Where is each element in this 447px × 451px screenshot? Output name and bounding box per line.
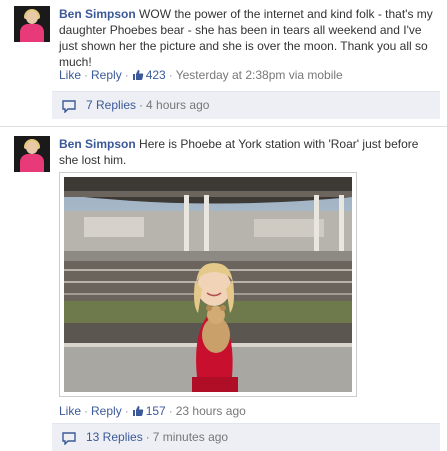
reply-link[interactable]: Reply <box>91 404 122 418</box>
attached-photo[interactable] <box>59 172 357 397</box>
separator: · <box>124 68 129 82</box>
thumbs-up-icon <box>132 70 143 80</box>
view-replies-link[interactable]: 13 Replies <box>86 430 143 444</box>
avatar[interactable] <box>14 136 50 172</box>
separator: · <box>168 404 173 418</box>
separator: · <box>139 98 144 112</box>
separator: · <box>124 404 129 418</box>
like-count-link[interactable]: 423 <box>132 68 166 82</box>
like-count: 423 <box>145 68 166 82</box>
author-name-link[interactable]: Ben Simpson <box>59 137 136 151</box>
replies-time: 7 minutes ago <box>152 430 229 444</box>
comment-bubble-icon <box>62 100 76 113</box>
replies-summary: 13 Replies · 7 minutes ago <box>86 430 228 444</box>
comment-post-1: Ben Simpson WOW the power of the interne… <box>0 0 447 124</box>
like-link[interactable]: Like <box>59 404 81 418</box>
comment-actions: Like · Reply · 423 · Yesterday at 2:38pm via m… <box>59 68 343 82</box>
thumbs-up-icon <box>132 406 143 416</box>
comment-bubble-icon <box>62 432 76 445</box>
reply-link[interactable]: Reply <box>91 68 122 82</box>
replies-bar[interactable]: 7 Replies · 4 hours ago <box>52 91 440 119</box>
author-name-link[interactable]: Ben Simpson <box>59 7 136 21</box>
timestamp-link[interactable]: Yesterday at 2:38pm via mobile <box>176 68 343 82</box>
timestamp-link[interactable]: 23 hours ago <box>176 404 246 418</box>
separator: · <box>145 430 150 444</box>
replies-summary: 7 Replies · 4 hours ago <box>86 98 209 112</box>
separator: · <box>84 68 89 82</box>
like-count-link[interactable]: 157 <box>132 404 166 418</box>
comment-body: Ben Simpson WOW the power of the interne… <box>59 6 439 70</box>
view-replies-link[interactable]: 7 Replies <box>86 98 136 112</box>
comment-post-2: Ben Simpson Here is Phoebe at York stati… <box>0 124 447 451</box>
station-photo <box>64 177 352 392</box>
comment-body: Ben Simpson Here is Phoebe at York stati… <box>59 136 439 168</box>
like-link[interactable]: Like <box>59 68 81 82</box>
replies-time: 4 hours ago <box>146 98 210 112</box>
separator: · <box>84 404 89 418</box>
replies-bar[interactable]: 13 Replies · 7 minutes ago <box>52 423 440 451</box>
separator: · <box>168 68 173 82</box>
avatar[interactable] <box>14 6 50 42</box>
like-count: 157 <box>145 404 166 418</box>
comment-actions: Like · Reply · 157 · 23 hours ago <box>59 404 246 418</box>
